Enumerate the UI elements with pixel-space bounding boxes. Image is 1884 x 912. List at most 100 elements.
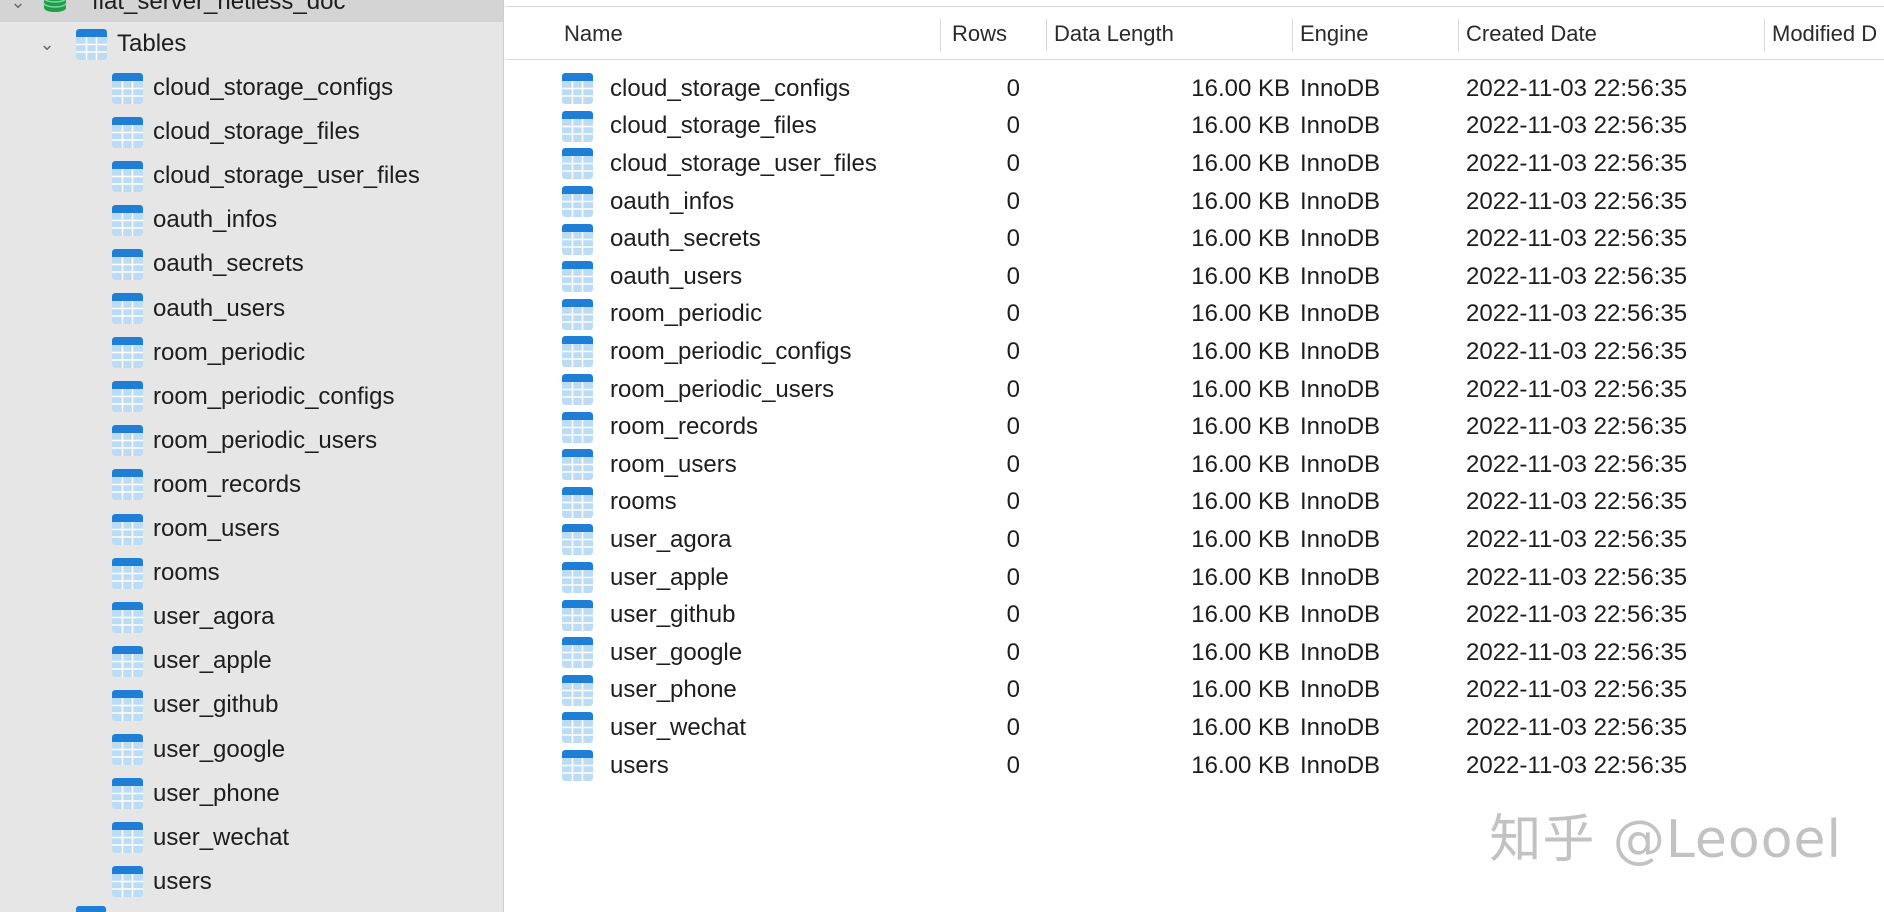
table-row[interactable]: room_records 0 16.00 KB InnoDB 2022-11-03 22… <box>505 408 1884 446</box>
column-header: Name Rows Data Length Engine Created Dat… <box>505 6 1884 60</box>
cell-name: user_google <box>610 638 743 666</box>
chevron-down-icon[interactable]: ⌄ <box>37 34 57 54</box>
cell-rows: 0 <box>1006 375 1020 403</box>
row-table-icon <box>562 521 596 559</box>
table-row[interactable]: user_apple 0 16.00 KB InnoDB 2022-11-03 22:5… <box>505 559 1884 597</box>
table-row[interactable]: room_users 0 16.00 KB InnoDB 2022-11-03 22:5… <box>505 446 1884 484</box>
cell-name: user_phone <box>610 676 737 704</box>
cell-data-length: 16.00 KB <box>1191 74 1290 102</box>
column-separator[interactable] <box>1764 19 1765 51</box>
table-row[interactable]: user_github 0 16.00 KB InnoDB 2022-11-03 22:… <box>505 596 1884 634</box>
sidebar-item-table[interactable]: oauth_users <box>0 289 503 329</box>
table-row[interactable]: user_agora 0 16.00 KB InnoDB 2022-11-03 22:5… <box>505 521 1884 559</box>
sidebar-database-item[interactable]: ⌄ flat_server_netless_doc <box>0 0 503 22</box>
sidebar-item-table[interactable]: user_github <box>0 685 503 725</box>
table-row[interactable]: room_periodic_users 0 16.00 KB InnoDB 2022-1… <box>505 371 1884 409</box>
sidebar-item-label: room_periodic_users <box>153 426 378 454</box>
cell-data-length: 16.00 KB <box>1191 638 1290 666</box>
table-icon <box>112 116 143 148</box>
cell-name: room_users <box>610 450 737 478</box>
column-header-modified[interactable]: Modified D <box>1772 7 1884 61</box>
cell-name: cloud_storage_files <box>610 112 817 140</box>
sidebar-item-table[interactable]: user_google <box>0 730 503 770</box>
cell-engine: InnoDB <box>1300 300 1381 328</box>
column-header-created[interactable]: Created Date <box>1466 7 1756 61</box>
cell-rows: 0 <box>1006 676 1020 704</box>
table-row[interactable]: oauth_secrets 0 16.00 KB InnoDB 2022-11-03 2… <box>505 220 1884 258</box>
column-separator[interactable] <box>1458 19 1459 51</box>
sidebar-item-table[interactable]: cloud_storage_user_files <box>0 156 503 196</box>
table-row[interactable]: oauth_infos 0 16.00 KB InnoDB 2022-11-03 22:… <box>505 183 1884 221</box>
column-header-data-length[interactable]: Data Length <box>1054 7 1284 61</box>
table-row[interactable]: users 0 16.00 KB InnoDB 2022-11-03 22:56:35 <box>505 747 1884 785</box>
column-separator[interactable] <box>940 19 941 51</box>
cell-rows: 0 <box>1006 751 1020 779</box>
table-icon <box>562 674 593 706</box>
table-row[interactable]: user_phone 0 16.00 KB InnoDB 2022-11-03 22:5… <box>505 672 1884 710</box>
table-icon <box>562 524 593 556</box>
sidebar-item-table[interactable]: cloud_storage_files <box>0 112 503 152</box>
row-table-icon <box>562 296 596 334</box>
sidebar-item-table[interactable]: room_periodic_configs <box>0 377 503 417</box>
table-row[interactable]: room_periodic_configs 0 16.00 KB InnoDB 2022… <box>505 333 1884 371</box>
table-row[interactable]: cloud_storage_configs 0 16.00 KB InnoDB 2022… <box>505 70 1884 108</box>
sidebar-item-table[interactable]: room_periodic <box>0 333 503 373</box>
cell-data-length: 16.00 KB <box>1191 676 1290 704</box>
table-icon <box>562 374 593 406</box>
sidebar-item-label: room_users <box>153 515 280 542</box>
column-header-name[interactable]: Name <box>564 7 834 61</box>
cell-engine: InnoDB <box>1300 601 1381 629</box>
sidebar-item-table[interactable]: user_apple <box>0 641 503 681</box>
cell-name: oauth_users <box>610 262 743 290</box>
sidebar-item-table[interactable]: user_wechat <box>0 818 503 858</box>
cell-data-length: 16.00 KB <box>1191 300 1290 328</box>
table-row[interactable]: cloud_storage_user_files 0 16.00 KB InnoDB 2… <box>505 145 1884 183</box>
table-row[interactable]: cloud_storage_files 0 16.00 KB InnoDB 2022-1… <box>505 108 1884 146</box>
sidebar-item-table[interactable]: cloud_storage_configs <box>0 68 503 108</box>
sidebar-item-table[interactable]: oauth_infos <box>0 200 503 240</box>
tables-group-label: Tables <box>117 30 187 57</box>
cell-data-length: 16.00 KB <box>1191 413 1290 441</box>
sidebar-item-table[interactable]: user_phone <box>0 774 503 814</box>
sidebar-item-label: user_google <box>153 735 286 763</box>
table-row[interactable]: rooms 0 16.00 KB InnoDB 2022-11-03 22:56:35 <box>505 484 1884 522</box>
sidebar-item-table[interactable]: room_records <box>0 465 503 505</box>
sidebar-item-table[interactable]: room_users <box>0 509 503 549</box>
table-icon <box>562 148 593 180</box>
sidebar-tables-group[interactable]: ⌄ Tables <box>0 24 503 64</box>
cell-rows: 0 <box>1006 450 1020 478</box>
table-icon <box>562 336 593 368</box>
sidebar-item-table[interactable]: room_periodic_users <box>0 421 503 461</box>
table-row[interactable]: user_wechat 0 16.00 KB InnoDB 2022-11-03 22:… <box>505 709 1884 747</box>
table-icon <box>562 411 593 443</box>
sidebar-item-label: user_github <box>153 691 279 719</box>
table-row[interactable]: oauth_users 0 16.00 KB InnoDB 2022-11-03 22:… <box>505 258 1884 296</box>
column-separator[interactable] <box>1046 19 1047 51</box>
column-separator[interactable] <box>1292 19 1293 51</box>
sidebar-item-table[interactable]: user_agora <box>0 597 503 637</box>
table-icon <box>562 449 593 481</box>
table-row[interactable]: user_google 0 16.00 KB InnoDB 2022-11-03 22:… <box>505 634 1884 672</box>
sidebar-item-table[interactable]: users <box>0 862 503 902</box>
cell-data-length: 16.00 KB <box>1191 563 1290 591</box>
table-icon <box>112 160 143 192</box>
cell-name: oauth_secrets <box>610 225 761 253</box>
table-row[interactable]: room_periodic 0 16.00 KB InnoDB 2022-11-03 2… <box>505 296 1884 334</box>
cell-created: 2022-11-03 22:56:35 <box>1466 74 1688 102</box>
cell-created: 2022-11-03 22:56:35 <box>1466 337 1688 365</box>
cell-name: cloud_storage_user_files <box>610 149 877 177</box>
sidebar-item-label: oauth_secrets <box>153 250 304 278</box>
sidebar-item-table[interactable]: oauth_secrets <box>0 244 503 284</box>
sidebar-item-label: cloud_storage_user_files <box>153 162 420 190</box>
cell-created: 2022-11-03 22:56:35 <box>1466 300 1688 328</box>
cell-engine: InnoDB <box>1300 225 1381 253</box>
table-icon <box>562 599 593 631</box>
cell-data-length: 16.00 KB <box>1191 375 1290 403</box>
table-icon <box>562 486 593 518</box>
chevron-down-icon[interactable]: ⌄ <box>8 0 28 12</box>
column-header-rows[interactable]: Rows <box>952 7 1042 61</box>
cell-created: 2022-11-03 22:56:35 <box>1466 751 1688 779</box>
sidebar-item-table[interactable]: rooms <box>0 553 503 593</box>
column-header-engine[interactable]: Engine <box>1300 7 1450 61</box>
cell-rows: 0 <box>1006 112 1020 140</box>
